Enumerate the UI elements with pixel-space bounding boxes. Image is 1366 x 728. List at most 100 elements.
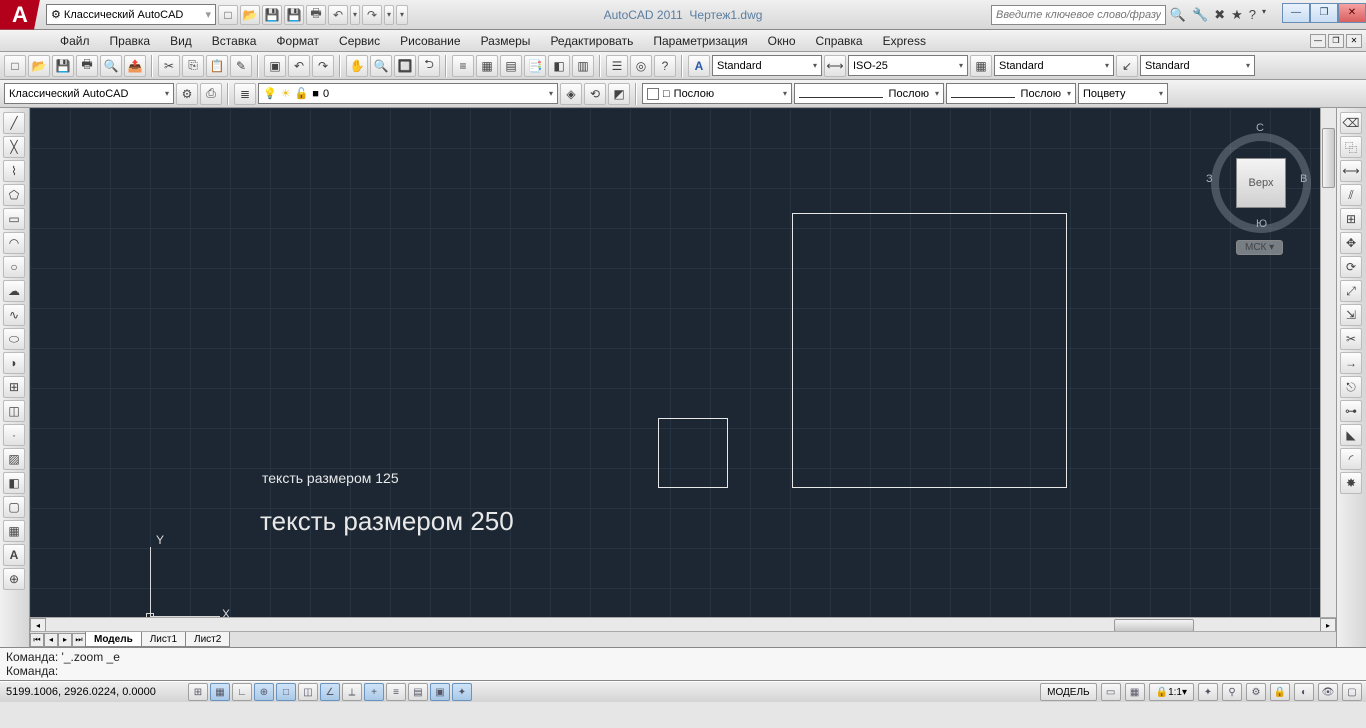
ssm-button[interactable]: 📑: [524, 55, 546, 77]
tool-palettes-button[interactable]: ▤: [500, 55, 522, 77]
menu-modify[interactable]: Редактировать: [540, 30, 643, 51]
open-button-2[interactable]: 📂: [28, 55, 50, 77]
menu-tools[interactable]: Сервис: [329, 30, 390, 51]
anno-visibility[interactable]: ✦: [1198, 683, 1218, 701]
blockeditor-button[interactable]: ▣: [264, 55, 286, 77]
publish-button[interactable]: 📤: [124, 55, 146, 77]
toolbar-lock[interactable]: 🔒: [1270, 683, 1290, 701]
ellipse-arc-tool[interactable]: ◗: [3, 352, 25, 374]
anno-autoscale[interactable]: ⚲: [1222, 683, 1242, 701]
model-space-button[interactable]: МОДЕЛЬ: [1040, 683, 1096, 701]
copy-button[interactable]: ⎘: [182, 55, 204, 77]
snap-toggle[interactable]: ⊞: [188, 683, 208, 701]
dyn-toggle[interactable]: +: [364, 683, 384, 701]
command-line[interactable]: Команда: '_.zoom _e Команда:: [0, 647, 1366, 681]
favorite-icon[interactable]: ★: [1231, 7, 1243, 23]
coordinates-display[interactable]: 5199.1006, 2926.0224, 0.0000: [4, 686, 184, 698]
trim-tool[interactable]: ✂: [1340, 328, 1362, 350]
lineweight-combo[interactable]: Послою▾: [794, 83, 944, 104]
scale-tool[interactable]: ⤢: [1340, 280, 1362, 302]
region-tool[interactable]: ▢: [3, 496, 25, 518]
grid-toggle[interactable]: ▦: [210, 683, 230, 701]
menu-express[interactable]: Express: [873, 30, 936, 51]
preview-button[interactable]: 🔍: [100, 55, 122, 77]
point-tool[interactable]: ·: [3, 424, 25, 446]
viewcube-wcs[interactable]: МСК ▾: [1236, 240, 1283, 255]
cut-button[interactable]: ✂: [158, 55, 180, 77]
extend-tool[interactable]: →: [1340, 352, 1362, 374]
offset-tool[interactable]: ⫽: [1340, 184, 1362, 206]
hardware-accel[interactable]: ◐: [1294, 683, 1314, 701]
mdi-restore[interactable]: ❐: [1328, 34, 1344, 48]
help-button[interactable]: ?: [654, 55, 676, 77]
menu-format[interactable]: Формат: [266, 30, 329, 51]
erase-tool[interactable]: ⌫: [1340, 112, 1362, 134]
redo-button[interactable]: ↷: [362, 5, 382, 25]
save-button[interactable]: 💾: [262, 5, 282, 25]
menu-view[interactable]: Вид: [160, 30, 202, 51]
zoom-rt-button[interactable]: 🔍: [370, 55, 392, 77]
xline-tool[interactable]: ╳: [3, 136, 25, 158]
maximize-button[interactable]: ❐: [1310, 3, 1338, 23]
infocenter-search[interactable]: [991, 5, 1166, 25]
isolate-objects[interactable]: 👁: [1318, 683, 1338, 701]
polyline-tool[interactable]: ⌇: [3, 160, 25, 182]
vscroll-thumb[interactable]: [1322, 128, 1335, 188]
open-button[interactable]: 📂: [240, 5, 260, 25]
minimize-button[interactable]: —: [1282, 3, 1310, 23]
menu-draw[interactable]: Рисование: [390, 30, 470, 51]
hatch-tool[interactable]: ▨: [3, 448, 25, 470]
menu-edit[interactable]: Правка: [100, 30, 161, 51]
mleaderstyle-combo[interactable]: Standard▾: [1140, 55, 1255, 76]
color-combo[interactable]: □ Послою▾: [642, 83, 792, 104]
gradient-tool[interactable]: ◧: [3, 472, 25, 494]
textstyle-icon[interactable]: A: [688, 55, 710, 77]
ellipse-tool[interactable]: ⬭: [3, 328, 25, 350]
undo-button[interactable]: ↶: [328, 5, 348, 25]
layer-button[interactable]: ☰: [606, 55, 628, 77]
qat-customize[interactable]: ▾: [396, 5, 408, 25]
table-tool[interactable]: ▦: [3, 520, 25, 542]
subscription-icon[interactable]: 🔧: [1192, 7, 1208, 23]
tab-last[interactable]: ⏭: [72, 633, 86, 647]
stretch-tool[interactable]: ⇲: [1340, 304, 1362, 326]
drawing-canvas[interactable]: тексть размером 125 тексть размером 250 …: [30, 108, 1336, 647]
layer-manager-button[interactable]: ≣: [234, 83, 256, 105]
linetype-combo[interactable]: Послою▾: [946, 83, 1076, 104]
undo-button-2[interactable]: ↶: [288, 55, 310, 77]
quickcalc-button[interactable]: ▥: [572, 55, 594, 77]
layer-prev-button[interactable]: ⟲: [584, 83, 606, 105]
viewcube[interactable]: С Ю З В Верх МСК ▾: [1206, 118, 1316, 248]
workspace-settings-button[interactable]: ⚙: [176, 83, 198, 105]
3dosnap-toggle[interactable]: ◫: [298, 683, 318, 701]
search-input[interactable]: [991, 5, 1166, 25]
workspace-combo-2[interactable]: Классический AutoCAD▾: [4, 83, 174, 104]
line-tool[interactable]: ╱: [3, 112, 25, 134]
explode-tool[interactable]: ✸: [1340, 472, 1362, 494]
viewcube-top-face[interactable]: Верх: [1236, 158, 1286, 208]
viewcube-west[interactable]: З: [1206, 173, 1213, 185]
qp-toggle[interactable]: ▣: [430, 683, 450, 701]
circle-tool[interactable]: ○: [3, 256, 25, 278]
tab-next[interactable]: ▸: [58, 633, 72, 647]
tab-first[interactable]: ⏮: [30, 633, 44, 647]
viewcube-east[interactable]: В: [1300, 173, 1307, 185]
sc-toggle[interactable]: ✦: [452, 683, 472, 701]
dimstyle-combo[interactable]: ISO-25▾: [848, 55, 968, 76]
spline-tool[interactable]: ∿: [3, 304, 25, 326]
break-tool[interactable]: ⎋: [1340, 376, 1362, 398]
mdi-close[interactable]: ✕: [1346, 34, 1362, 48]
zoom-window-button[interactable]: 🔲: [394, 55, 416, 77]
osnap-toggle[interactable]: □: [276, 683, 296, 701]
tab-prev[interactable]: ◂: [44, 633, 58, 647]
save-button-2[interactable]: 💾: [52, 55, 74, 77]
tablestyle-icon[interactable]: ▦: [970, 55, 992, 77]
ortho-toggle[interactable]: ∟: [232, 683, 252, 701]
properties-button[interactable]: ≡: [452, 55, 474, 77]
redo-button-2[interactable]: ↷: [312, 55, 334, 77]
app-menu-button[interactable]: A: [0, 0, 40, 30]
anno-scale[interactable]: 🔒 1:1 ▾: [1149, 683, 1194, 701]
markup-button[interactable]: ◧: [548, 55, 570, 77]
hscroll-right[interactable]: ▸: [1320, 618, 1336, 632]
layer-iso-button[interactable]: ◩: [608, 83, 630, 105]
